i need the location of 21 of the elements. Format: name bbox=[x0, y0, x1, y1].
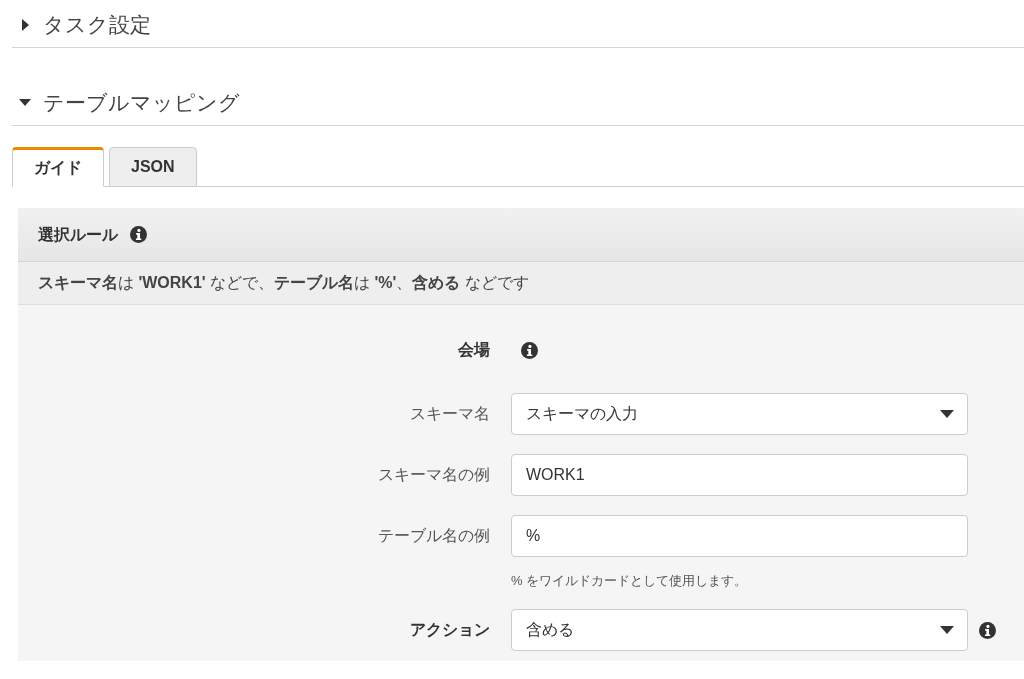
text-input[interactable]: % bbox=[511, 515, 968, 557]
field-label: アクション bbox=[410, 621, 490, 638]
text-input[interactable]: WORK1 bbox=[511, 454, 968, 496]
section-toggle[interactable]: タスク設定 bbox=[12, 0, 1024, 48]
panel-title: 選択ルール bbox=[38, 224, 118, 245]
info-icon[interactable] bbox=[521, 341, 538, 359]
info-icon[interactable] bbox=[130, 226, 147, 243]
field-label: テーブル名の例 bbox=[378, 527, 490, 544]
field-label: スキーマ名の例 bbox=[378, 466, 490, 483]
tab[interactable]: JSON bbox=[109, 147, 197, 187]
dropdown[interactable]: 含める bbox=[511, 609, 968, 651]
dropdown[interactable]: スキーマの入力 bbox=[511, 393, 968, 435]
hint-text: % をワイルドカードとして使用します。 bbox=[511, 573, 748, 588]
caret-down-icon bbox=[940, 410, 954, 418]
info-icon[interactable] bbox=[979, 621, 996, 639]
section-toggle[interactable]: テーブルマッピング bbox=[12, 78, 1024, 126]
field-label: スキーマ名 bbox=[410, 405, 490, 422]
caret-down-icon bbox=[940, 626, 954, 634]
rule-summary: スキーマ名は 'WORK1' などで、テーブル名は '%'、含める などです bbox=[38, 273, 529, 293]
field-label: 会場 bbox=[458, 341, 490, 358]
tab[interactable]: ガイド bbox=[12, 147, 104, 187]
